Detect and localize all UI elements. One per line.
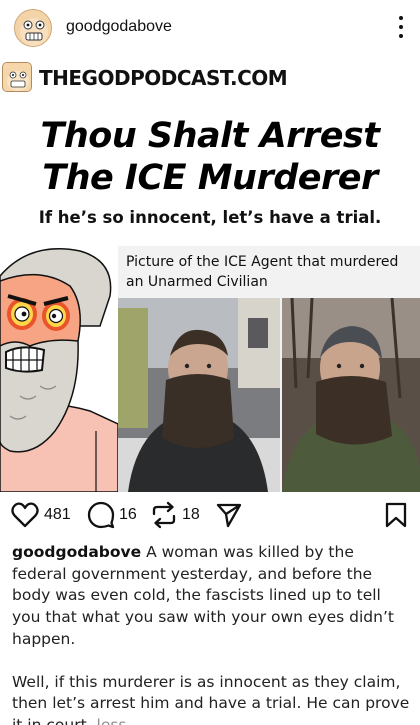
share-button[interactable]: [215, 500, 243, 530]
agent-photo-left: [118, 298, 280, 492]
agent-photo-right: [282, 298, 420, 492]
action-bar: 481 16 18: [0, 492, 420, 540]
headline-line-2: The ICE Murderer: [42, 158, 378, 198]
caption-username[interactable]: goodgodabove: [12, 543, 141, 561]
save-button[interactable]: [384, 500, 408, 530]
comment-button[interactable]: 16: [87, 500, 137, 530]
heart-icon: [11, 502, 39, 528]
caption-text-2: Well, if this murderer is as innocent as…: [12, 672, 410, 725]
repost-icon: [152, 501, 176, 529]
cartoon-illustration: [0, 246, 118, 492]
avatar[interactable]: [14, 9, 52, 47]
subheadline: If he’s so innocent, let’s have a trial.: [38, 208, 382, 227]
repost-count: 18: [182, 506, 200, 523]
comment-count: 16: [119, 506, 137, 523]
post-caption: goodgodabove A woman was killed by the f…: [12, 542, 412, 725]
less-link[interactable]: less: [97, 716, 127, 725]
brand-name: THEGODPODCAST.COM: [39, 66, 288, 90]
photo-caption: Picture of the ICE Agent that murdered a…: [126, 254, 399, 290]
send-icon: [216, 503, 242, 528]
like-button[interactable]: 481: [10, 500, 71, 530]
brand-logo-icon: [2, 62, 32, 92]
headline-line-1: Thou Shalt Arrest: [40, 116, 380, 156]
post-header: goodgodabove: [0, 0, 420, 58]
like-count: 481: [44, 506, 71, 523]
bookmark-icon: [385, 502, 407, 528]
repost-button[interactable]: 18: [150, 500, 200, 530]
post-image: THEGODPODCAST.COM Thou Shalt Arrest The …: [0, 58, 420, 492]
news-photo-panel: Picture of the ICE Agent that murdered a…: [118, 246, 420, 492]
more-vertical-icon[interactable]: [391, 12, 411, 42]
comment-icon: [87, 501, 115, 529]
post-username[interactable]: goodgodabove: [66, 18, 172, 36]
cartoon-face-icon: [15, 10, 51, 46]
